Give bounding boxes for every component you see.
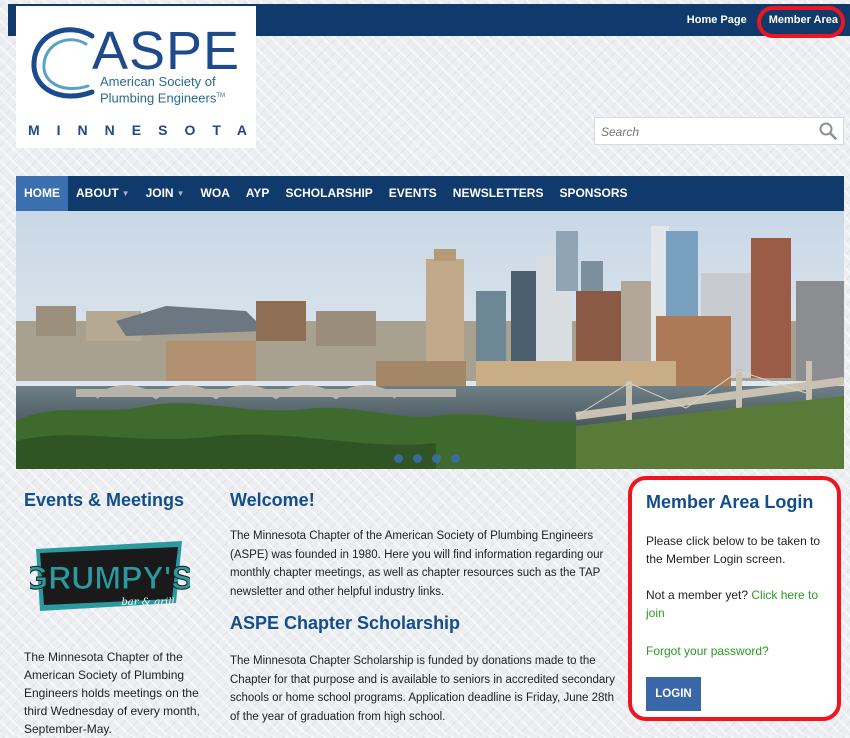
hero-slider <box>16 211 844 469</box>
scholarship-text: The Minnesota Chapter Scholarship is fun… <box>230 655 615 723</box>
logo-state: MINNESOTA <box>28 122 264 138</box>
chevron-down-icon: ▼ <box>176 189 185 198</box>
forgot-password-row: Forgot your password? <box>646 642 831 660</box>
nav-about[interactable]: ABOUT ▼ <box>68 176 138 211</box>
login-button[interactable]: LOGIN <box>646 677 701 711</box>
nav-home-label: HOME <box>24 186 60 200</box>
sponsor-logo[interactable]: GRUMPY'S bar & grill <box>23 537 193 620</box>
meetings-text: The Minnesota Chapter of the American So… <box>24 650 200 736</box>
not-member-text: Not a member yet? Click here to join <box>646 586 831 622</box>
events-heading: Events & Meetings <box>24 490 185 510</box>
nav-join-label: JOIN <box>145 186 174 200</box>
nav-ayp[interactable]: AYP <box>238 176 278 211</box>
logo-subtitle-line1: American Society of <box>100 74 216 89</box>
member-area-highlight <box>757 6 845 38</box>
nav-sponsors[interactable]: SPONSORS <box>551 176 635 211</box>
member-login-title: Member Area Login <box>646 492 814 512</box>
home-page-link[interactable]: Home Page <box>687 14 747 26</box>
nav-scholarship[interactable]: SCHOLARSHIP <box>277 176 380 211</box>
member-login-card: Member Area Login Please click below to … <box>628 476 841 721</box>
grumpys-logo-icon: GRUMPY'S bar & grill <box>23 541 193 611</box>
logo-subtitle-line2: Plumbing EngineersTM <box>100 89 225 105</box>
logo-swoosh-icon <box>31 27 95 99</box>
welcome-heading: Welcome! <box>230 490 315 510</box>
sponsor-tag: bar & grill <box>121 597 174 608</box>
slider-dot[interactable] <box>413 454 422 463</box>
slider-dots <box>394 454 460 463</box>
nav-newsletters[interactable]: NEWSLETTERS <box>445 176 552 211</box>
nav-events[interactable]: EVENTS <box>381 176 445 211</box>
nav-scholarship-label: SCHOLARSHIP <box>285 186 373 200</box>
not-member-label: Not a member yet? <box>646 588 752 602</box>
nav-join[interactable]: JOIN ▼ <box>138 176 193 211</box>
nav-woa[interactable]: WOA <box>193 176 238 211</box>
slider-dot[interactable] <box>432 454 441 463</box>
logo-subtitle: American Society of Plumbing EngineersTM <box>100 74 225 105</box>
events-column: Events & Meetings <box>24 490 214 511</box>
nav-events-label: EVENTS <box>388 186 437 200</box>
site-logo[interactable]: ASPE American Society of Plumbing Engine… <box>16 6 256 148</box>
search-icon[interactable] <box>819 122 837 140</box>
trademark: TM <box>216 93 226 99</box>
sponsor-name: GRUMPY'S <box>30 560 190 596</box>
search-box <box>594 117 844 146</box>
nav-newsletters-label: NEWSLETTERS <box>452 186 544 200</box>
logo-title: ASPE <box>92 21 241 81</box>
nav-sponsors-label: SPONSORS <box>559 186 628 200</box>
slider-dot[interactable] <box>394 454 403 463</box>
scholarship-heading: ASPE Chapter Scholarship <box>230 613 461 633</box>
nav-woa-label: WOA <box>200 186 230 200</box>
member-login-text: Please click below to be taken to the Me… <box>646 534 821 566</box>
welcome-text: The Minnesota Chapter of the American So… <box>230 530 604 598</box>
nav-home[interactable]: HOME <box>16 176 68 211</box>
welcome-column: Welcome! The Minnesota Chapter of the Am… <box>230 490 625 726</box>
logo-subtitle-text: Plumbing Engineers <box>100 90 217 106</box>
nav-ayp-label: AYP <box>245 186 270 200</box>
main-nav: HOME ABOUT ▼ JOIN ▼ WOA AYP SCHOLARSHIP EV… <box>16 176 844 211</box>
slider-dot[interactable] <box>451 454 460 463</box>
city-skyline-image <box>16 211 844 469</box>
nav-about-label: ABOUT <box>76 186 119 200</box>
search-input[interactable] <box>595 118 813 146</box>
forgot-password-link[interactable]: Forgot your password? <box>646 644 769 658</box>
chevron-down-icon: ▼ <box>121 189 130 198</box>
